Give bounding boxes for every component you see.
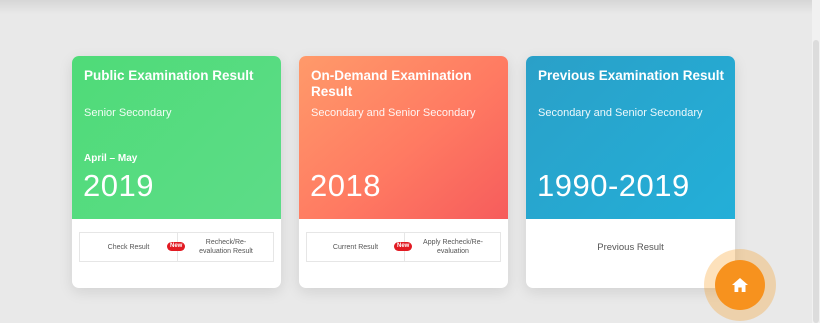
new-badge: New — [167, 242, 186, 251]
card-actions: Current Result Apply Recheck/Re-evaluati… — [306, 232, 501, 262]
home-button-inner[interactable] — [715, 260, 765, 310]
home-icon — [732, 278, 748, 292]
card-actions: Check Result Recheck/Re-evaluation Resul… — [79, 232, 274, 262]
new-badge: New — [394, 242, 413, 251]
card-subtitle: Senior Secondary — [84, 107, 172, 119]
public-exam-result-card: Public Examination Result Senior Seconda… — [72, 56, 281, 288]
apply-recheck-reevaluation-link[interactable]: Apply Recheck/Re-evaluation — [405, 233, 501, 261]
card-period: April – May — [84, 153, 138, 164]
previous-exam-result-card: Previous Examination Result Secondary an… — [526, 56, 735, 288]
previous-result-link[interactable]: Previous Result — [526, 242, 735, 253]
card-subtitle: Secondary and Senior Secondary — [538, 107, 703, 119]
current-result-link[interactable]: Current Result — [307, 233, 404, 261]
scrollbar-thumb[interactable] — [813, 40, 819, 323]
card-title: Public Examination Result — [84, 68, 254, 83]
card-header: Public Examination Result Senior Seconda… — [72, 56, 281, 219]
card-header: On-Demand Examination Result Secondary a… — [299, 56, 508, 219]
recheck-reevaluation-result-link[interactable]: Recheck/Re-evaluation Result — [178, 233, 274, 261]
card-title: Previous Examination Result — [538, 68, 725, 83]
card-year: 1990-2019 — [537, 168, 690, 203]
card-year: 2018 — [310, 168, 381, 203]
card-header: Previous Examination Result Secondary an… — [526, 56, 735, 219]
header-shadow — [0, 0, 820, 14]
check-result-link[interactable]: Check Result — [80, 233, 177, 261]
card-subtitle: Secondary and Senior Secondary — [311, 107, 476, 119]
card-year: 2019 — [83, 168, 154, 203]
home-button[interactable] — [704, 249, 776, 321]
on-demand-exam-result-card: On-Demand Examination Result Secondary a… — [299, 56, 508, 288]
scrollbar-track[interactable] — [812, 0, 820, 323]
card-title: On-Demand Examination Result — [311, 68, 472, 99]
